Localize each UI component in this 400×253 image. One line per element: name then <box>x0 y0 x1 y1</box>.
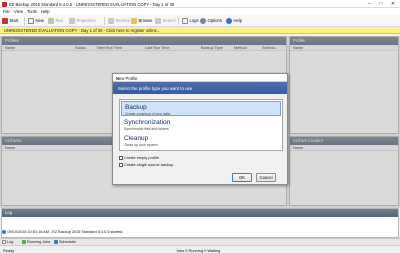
toolbar-separator <box>178 17 179 25</box>
menu-view[interactable]: View <box>14 9 23 14</box>
run-icon <box>48 17 54 24</box>
restore-button[interactable]: Restore <box>108 17 130 25</box>
maximize-button[interactable]: □ <box>375 0 387 8</box>
start-button[interactable]: Start <box>2 17 18 25</box>
new-document-icon <box>28 17 34 24</box>
dialog-title-bar: New Profile ✕ <box>113 74 287 82</box>
tab-scheduler[interactable]: Scheduler <box>54 240 76 244</box>
gear-icon <box>200 17 206 24</box>
search-button[interactable]: Search <box>155 17 176 25</box>
log-icon <box>2 240 6 244</box>
ok-button[interactable]: OK <box>232 173 252 182</box>
search-icon <box>155 17 161 24</box>
log-entry: 09/10/2016 10:51:16 AM - EZ Backup 2015 … <box>2 230 123 234</box>
info-icon <box>2 230 6 234</box>
status-bar: Ready Jobs 0 Running 0 Waiting <box>0 245 400 253</box>
new-profile-dialog: New Profile ✕ Select the profile type yo… <box>112 73 288 185</box>
jobs-status: Jobs 0 Running 0 Waiting <box>176 247 221 253</box>
help-icon <box>226 17 232 24</box>
menu-bar: File View Tools Help <box>0 8 400 15</box>
restore-icon <box>108 17 114 24</box>
title-bar: EZ Backup 2015 Standard 8.4.0.5 - UNREGI… <box>0 0 400 8</box>
profile-type-name: Cleanup <box>124 134 149 142</box>
minimize-button[interactable]: – <box>363 0 375 8</box>
options-button[interactable]: Options <box>200 17 222 25</box>
tab-log[interactable]: Log <box>2 240 13 244</box>
profile-type-cleanup[interactable]: Cleanup Clean up your system <box>121 133 281 148</box>
start-icon <box>2 17 8 24</box>
properties-icon <box>69 17 75 24</box>
cancel-button[interactable]: Cancel <box>256 173 276 182</box>
scheduler-icon <box>54 240 58 244</box>
menu-file[interactable]: File <box>3 9 10 14</box>
checkbox-box <box>119 163 123 167</box>
banner-text: UNREGISTERED EVALUATION COPY - Day 1 of … <box>4 28 161 34</box>
registration-banner[interactable]: UNREGISTERED EVALUATION COPY - Day 1 of … <box>0 27 400 34</box>
browse-button[interactable]: Browse <box>131 17 152 25</box>
running-jobs-icon <box>22 240 26 244</box>
app-logo-icon <box>2 1 7 7</box>
toolbar-separator <box>24 17 25 25</box>
help-button[interactable]: Help <box>226 17 242 25</box>
profile-type-name: Backup <box>125 103 147 111</box>
profile-type-description: Create a backup of your data <box>125 111 171 116</box>
folder-icon <box>131 17 137 24</box>
menu-help[interactable]: Help <box>41 9 50 14</box>
single-source-backup-checkbox[interactable]: Create single source backup <box>119 162 199 167</box>
window-title: EZ Backup 2015 Standard 8.4.0.5 - UNREGI… <box>9 1 175 7</box>
toolbar-separator <box>104 17 105 25</box>
profile-type-list: Backup Create a backup of your data Sync… <box>119 99 283 151</box>
bottom-tabs: Log Running Jobs Scheduler <box>0 238 400 245</box>
dialog-header: Select the profile type you want to use <box>113 82 287 94</box>
profile-type-name: Synchronization <box>124 118 171 126</box>
logs-button[interactable]: Logs <box>182 17 199 25</box>
close-button[interactable]: ✕ <box>387 0 399 8</box>
status-text: Ready <box>3 247 15 253</box>
profile-type-description: Clean up your system <box>124 142 158 147</box>
dialog-close-button[interactable]: ✕ <box>116 76 285 81</box>
properties-button[interactable]: Properties <box>69 17 96 25</box>
menu-tools[interactable]: Tools <box>27 9 37 14</box>
log-header: Log <box>2 209 398 217</box>
app-window: EZ Backup 2015 Standard 8.4.0.5 - UNREGI… <box>0 0 400 253</box>
tab-running-jobs[interactable]: Running Jobs <box>22 240 50 244</box>
profile-type-synchronization[interactable]: Synchronization Synchronize files and fo… <box>121 117 281 132</box>
profile-type-backup[interactable]: Backup Create a backup of your data <box>121 101 281 116</box>
create-empty-profile-checkbox[interactable]: Create empty profile <box>119 155 199 160</box>
toolbar: Start New Run Properties Restore Browse … <box>0 15 400 27</box>
profile-type-description: Synchronize files and folders <box>124 126 169 131</box>
dialog-instruction: Select the profile type you want to use <box>118 85 193 91</box>
checkbox-box <box>119 156 123 160</box>
run-button[interactable]: Run <box>48 17 63 25</box>
logs-icon <box>182 17 188 24</box>
new-button[interactable]: New <box>28 17 44 25</box>
